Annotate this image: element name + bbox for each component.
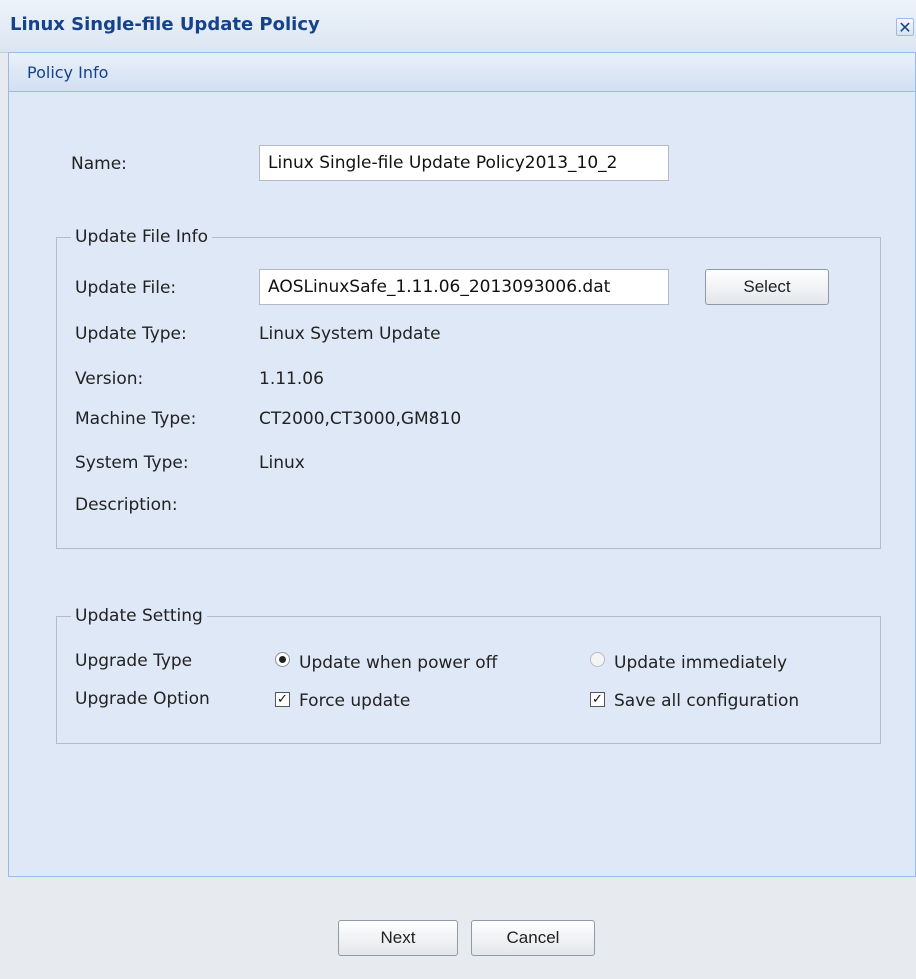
system-type-value: Linux	[259, 453, 305, 473]
upgrade-type-label: Upgrade Type	[75, 651, 193, 671]
select-button[interactable]: Select	[705, 269, 829, 305]
checkbox-icon[interactable]: ✓	[275, 692, 290, 707]
update-setting-group: Update Setting	[56, 606, 881, 744]
update-setting-legend: Update Setting	[75, 606, 203, 626]
policy-info-panel: Policy Info Name: Linux Single-file Upda…	[8, 52, 916, 877]
system-type-label: System Type:	[75, 453, 189, 473]
description-label: Description:	[75, 495, 178, 515]
window-title: Linux Single-file Update Policy	[10, 14, 320, 35]
name-label: Name:	[71, 154, 127, 174]
force-update-label[interactable]: Force update	[299, 691, 410, 711]
radio-icon[interactable]	[275, 652, 290, 667]
update-when-power-off-label[interactable]: Update when power off	[299, 653, 497, 673]
next-button[interactable]: Next	[338, 920, 458, 956]
dialog-window: Linux Single-file Update Policy ✕ Policy…	[0, 0, 916, 979]
machine-type-value: CT2000,CT3000,GM810	[259, 409, 462, 429]
update-file-label: Update File:	[75, 278, 177, 298]
update-file-info-legend: Update File Info	[75, 227, 208, 247]
update-type-label: Update Type:	[75, 324, 187, 344]
title-bar: Linux Single-file Update Policy ✕	[0, 0, 916, 53]
checkbox-icon[interactable]: ✓	[590, 692, 605, 707]
save-all-configuration-label[interactable]: Save all configuration	[614, 691, 799, 711]
cancel-button[interactable]: Cancel	[471, 920, 595, 956]
update-type-value: Linux System Update	[259, 324, 441, 344]
version-label: Version:	[75, 369, 144, 389]
radio-icon[interactable]	[590, 652, 605, 667]
name-input[interactable]: Linux Single-file Update Policy2013_10_2	[259, 145, 669, 181]
panel-title: Policy Info	[27, 63, 109, 82]
version-value: 1.11.06	[259, 369, 324, 389]
machine-type-label: Machine Type:	[75, 409, 197, 429]
dialog-footer: Next Cancel	[0, 877, 916, 979]
upgrade-option-label: Upgrade Option	[75, 689, 210, 709]
update-immediately-label[interactable]: Update immediately	[614, 653, 787, 673]
panel-header: Policy Info	[9, 53, 915, 92]
update-file-input[interactable]: AOSLinuxSafe_1.11.06_2013093006.dat	[259, 269, 669, 305]
close-icon[interactable]: ✕	[896, 18, 914, 36]
